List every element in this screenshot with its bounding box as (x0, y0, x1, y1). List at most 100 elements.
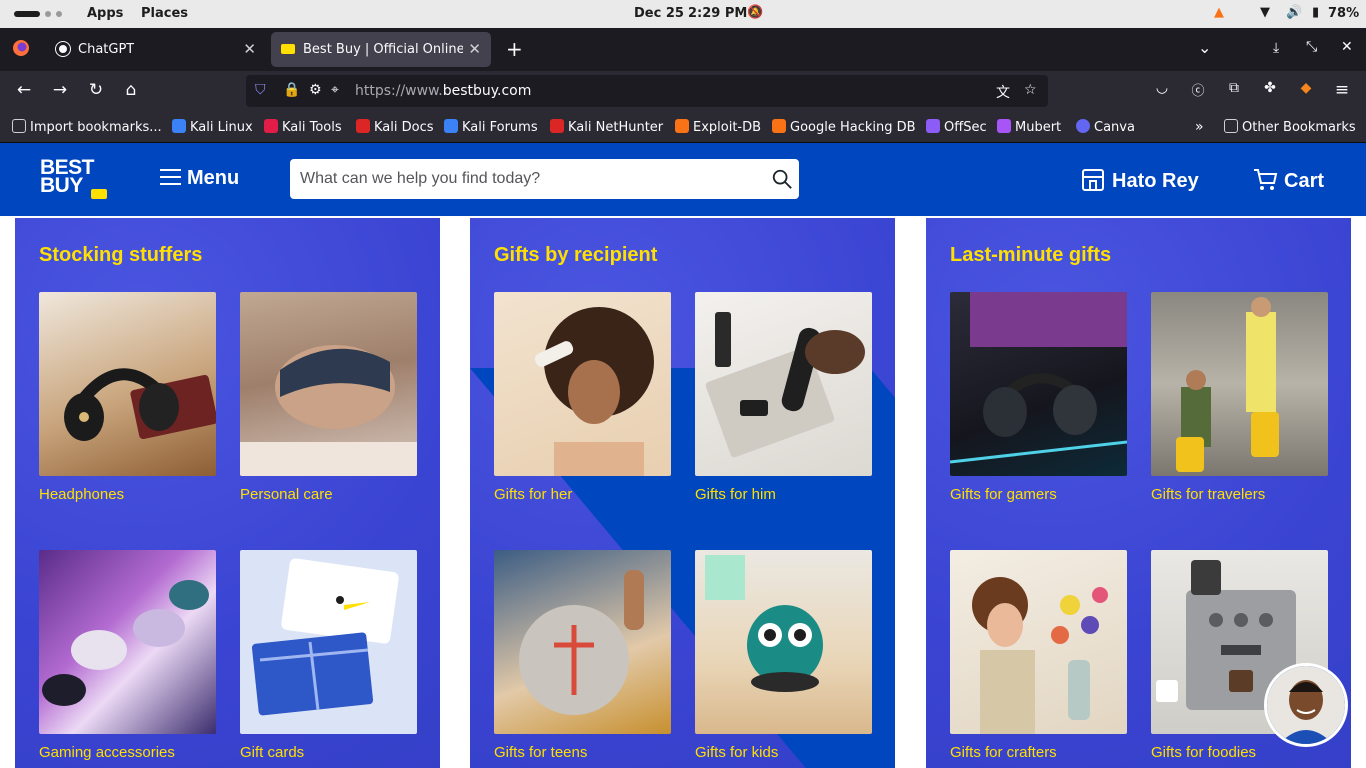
bookmark-label: Kali Linux (190, 120, 253, 135)
new-tab-icon[interactable]: + (506, 37, 523, 61)
lock-icon[interactable]: 🔒 (283, 82, 300, 98)
bookmark-offsec[interactable]: OffSec (926, 119, 987, 135)
bookmark-canva[interactable]: Canva (1076, 119, 1135, 135)
time-label[interactable]: 2:29 PM (688, 6, 747, 21)
gaming-mice-image (42, 580, 209, 706)
bookmark-other-folder[interactable]: Other Bookmarks (1224, 119, 1356, 135)
wifi-icon[interactable]: ▼ (1260, 5, 1270, 20)
link-gifts-for-foodies[interactable]: Gifts for foodies (1151, 744, 1256, 761)
hair-dryer-woman-image (534, 307, 654, 476)
kali-docs-icon (356, 119, 370, 133)
tile-gaming-accessories[interactable] (39, 550, 216, 734)
tab-bestbuy[interactable]: Best Buy | Official Online S ✕ (271, 32, 491, 67)
bookmark-kali-docs[interactable]: Kali Docs (356, 119, 434, 135)
vlc-icon[interactable]: ▲ (1214, 5, 1224, 20)
tracking-protection-icon[interactable]: ⛉ (255, 82, 266, 98)
link-gifts-for-her[interactable]: Gifts for her (494, 486, 572, 503)
mubert-icon (997, 119, 1011, 133)
more-bookmarks-chevron-icon[interactable]: » (1195, 119, 1204, 135)
bookmark-label: Import bookmarks... (30, 120, 162, 135)
chat-assistant-avatar[interactable] (1264, 663, 1348, 747)
bookmark-import[interactable]: Import bookmarks... (12, 119, 162, 135)
bookmark-kali-linux[interactable]: Kali Linux (172, 119, 253, 135)
folder-icon (1224, 119, 1238, 133)
bookmark-star-icon[interactable]: ☆ (1024, 82, 1037, 98)
store-locator-link[interactable]: Hato Rey (1080, 166, 1199, 193)
workspace-indicator[interactable] (56, 11, 62, 17)
tile-headphones[interactable] (39, 292, 216, 476)
link-gifts-for-gamers[interactable]: Gifts for gamers (950, 486, 1057, 503)
search-icon[interactable] (771, 168, 793, 190)
forward-icon[interactable]: → (49, 80, 71, 100)
close-tab-icon[interactable]: ✕ (243, 40, 256, 58)
bookmark-kali-nethunter[interactable]: Kali NetHunter (550, 119, 663, 135)
bestbuy-logo[interactable]: BEST BUY (40, 157, 110, 199)
notifications-muted-icon[interactable]: 🔕 (747, 5, 763, 20)
tile-personal-care[interactable] (240, 292, 417, 476)
close-tab-icon[interactable]: ✕ (468, 40, 481, 58)
volume-icon[interactable]: 🔊 (1286, 5, 1302, 20)
url-domain: bestbuy.com (442, 83, 532, 99)
link-gaming-accessories[interactable]: Gaming accessories (39, 744, 175, 761)
canva-icon (1076, 119, 1090, 133)
cart-link[interactable]: Cart (1252, 166, 1324, 193)
tile-gifts-for-crafters[interactable] (950, 550, 1127, 734)
list-all-tabs-icon[interactable]: ⌄ (1198, 38, 1211, 57)
back-icon[interactable]: ← (13, 80, 35, 100)
offsec-icon (926, 119, 940, 133)
bookmark-ghdb[interactable]: Google Hacking DB (772, 119, 916, 135)
permissions-icon[interactable]: ⚙ (309, 82, 322, 98)
tile-gifts-for-travelers[interactable] (1151, 292, 1328, 476)
link-gifts-for-kids[interactable]: Gifts for kids (695, 744, 778, 761)
logo-tag (91, 189, 107, 199)
tile-gift-cards[interactable] (240, 550, 417, 734)
restore-window-icon[interactable]: ⤡ (1306, 39, 1317, 55)
bookmark-exploit-db[interactable]: Exploit-DB (675, 119, 761, 135)
tile-gifts-for-gamers[interactable] (950, 292, 1127, 476)
travelers-image (1176, 297, 1279, 472)
apps-menu[interactable]: Apps (87, 6, 123, 21)
tile-gifts-for-her[interactable] (494, 292, 671, 476)
url-text[interactable]: https://www.bestbuy.com (355, 83, 531, 99)
tile-gifts-for-kids[interactable] (695, 550, 872, 734)
link-gifts-for-him[interactable]: Gifts for him (695, 486, 776, 503)
battery-icon[interactable]: ▮ (1312, 5, 1319, 20)
search-input[interactable] (300, 167, 750, 191)
hamburger-menu-icon[interactable]: ≡ (1331, 80, 1353, 100)
link-gifts-for-crafters[interactable]: Gifts for crafters (950, 744, 1057, 761)
location-icon[interactable]: ⌖ (331, 82, 339, 98)
tab-title: Best Buy | Official Online S (303, 42, 463, 57)
link-personal-care[interactable]: Personal care (240, 486, 333, 503)
metamask-fox-icon[interactable]: ◆ (1295, 80, 1317, 96)
downloads-icon[interactable]: ⤓ (1273, 40, 1279, 56)
workspace-indicator[interactable] (45, 11, 51, 17)
link-gifts-for-travelers[interactable]: Gifts for travelers (1151, 486, 1265, 503)
ghdb-icon (772, 119, 786, 133)
translate-icon[interactable]: 文 (996, 82, 1010, 102)
tile-gifts-for-him[interactable] (695, 292, 872, 476)
bookmark-kali-tools[interactable]: Kali Tools (264, 119, 342, 135)
tile-gifts-for-teens[interactable] (494, 550, 671, 734)
firefox-icon[interactable] (12, 39, 30, 61)
menu-button[interactable]: Menu (160, 167, 239, 190)
bookmark-mubert[interactable]: Mubert (997, 119, 1061, 135)
account-icon[interactable]: ⓒ (1187, 80, 1209, 99)
cart-icon (1254, 169, 1278, 190)
places-menu[interactable]: Places (141, 6, 188, 21)
extension-puzzle-icon[interactable]: ✤ (1259, 80, 1281, 96)
bookmark-kali-forums[interactable]: Kali Forums (444, 119, 538, 135)
url-prefix: https://www. (355, 83, 443, 99)
link-gift-cards[interactable]: Gift cards (240, 744, 304, 761)
extensions-icon[interactable]: ⧉ (1223, 80, 1245, 96)
address-bar[interactable]: ⛉ 🔒 ⚙ ⌖ https://www.bestbuy.com 文 ☆ (246, 75, 1048, 107)
link-headphones[interactable]: Headphones (39, 486, 124, 503)
link-gifts-for-teens[interactable]: Gifts for teens (494, 744, 587, 761)
reload-icon[interactable]: ↻ (85, 80, 107, 100)
home-icon[interactable]: ⌂ (120, 80, 142, 100)
tab-chatgpt[interactable]: ChatGPT ✕ (46, 32, 266, 67)
kali-nethunter-icon (550, 119, 564, 133)
pocket-icon[interactable]: ◡ (1151, 80, 1173, 96)
workspace-indicator-active[interactable] (14, 11, 40, 17)
close-window-icon[interactable]: ✕ (1341, 39, 1353, 55)
date-label[interactable]: Dec 25 (634, 6, 684, 21)
